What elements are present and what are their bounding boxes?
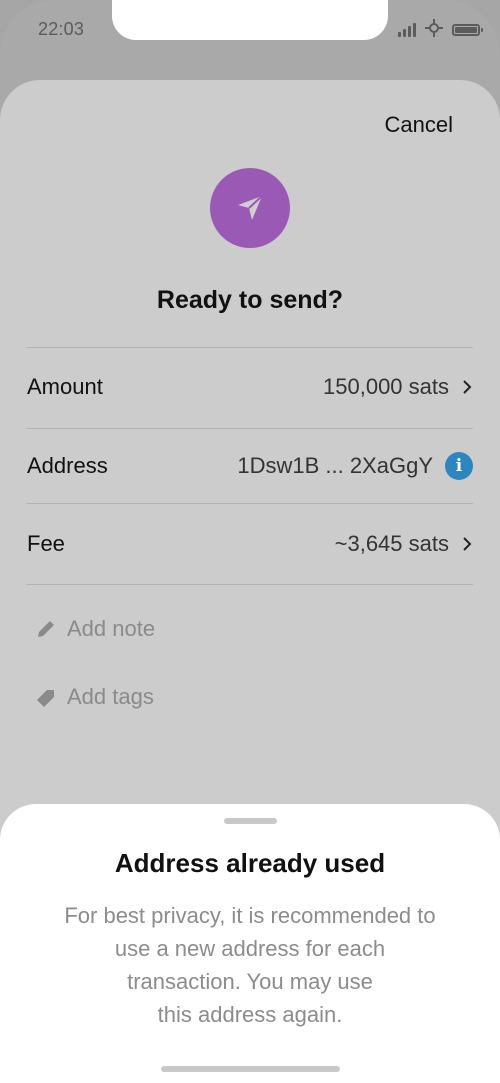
address-label: Address	[27, 453, 108, 478]
sheet-message-line: this address again.	[157, 1002, 343, 1027]
address-warning-sheet: Address already used For best privacy, i…	[0, 804, 500, 1083]
add-tags-button[interactable]: Add tags	[35, 684, 154, 710]
add-tags-label: Add tags	[67, 684, 154, 709]
status-bar: 22:03	[0, 0, 500, 60]
status-icons	[398, 18, 483, 43]
tag-icon	[37, 690, 54, 707]
home-indicator	[161, 1066, 340, 1072]
amount-value: 150,000 sats	[323, 373, 449, 399]
signal-icon	[398, 23, 416, 37]
status-time: 22:03	[38, 19, 85, 39]
add-note-button[interactable]: Add note	[35, 616, 155, 642]
address-value-group: 1Dsw1B ... 2XaGgY i	[237, 452, 473, 480]
sheet-drag-handle[interactable]	[224, 818, 277, 824]
sheet-message: For best privacy, it is recommended to u…	[25, 899, 475, 1031]
fee-value-group: ~3,645 sats	[335, 531, 473, 557]
fee-row[interactable]: Fee ~3,645 sats	[27, 503, 473, 585]
pencil-icon	[38, 621, 54, 637]
amount-value-group: 150,000 sats	[323, 374, 473, 400]
chevron-right-icon	[463, 537, 472, 551]
sheet-title: Address already used	[114, 848, 386, 878]
battery-icon	[452, 24, 483, 36]
fee-value: ~3,645 sats	[334, 531, 449, 556]
amount-row[interactable]: Amount 150,000 sats	[27, 347, 473, 425]
notch	[112, 0, 388, 40]
info-icon[interactable]: i	[445, 452, 473, 480]
send-icon	[210, 168, 290, 248]
fee-label: Fee	[27, 531, 65, 556]
phone-screen: 22:03 Cancel Ready to send? Amount 150,0…	[0, 0, 500, 1083]
sheet-message-line: use a new address for each	[114, 936, 386, 961]
add-note-label: Add note	[67, 616, 156, 641]
address-row: Address 1Dsw1B ... 2XaGgY i	[27, 428, 473, 503]
wifi-icon	[424, 18, 444, 43]
cancel-button[interactable]: Cancel	[385, 112, 453, 138]
chevron-right-icon	[463, 379, 472, 394]
sheet-message-line: transaction. You may use	[127, 969, 373, 994]
sheet-message-line: For best privacy, it is recommended to	[64, 903, 436, 928]
amount-label: Amount	[27, 373, 103, 399]
address-value: 1Dsw1B ... 2XaGgY	[237, 453, 433, 478]
page-title: Ready to send?	[156, 286, 344, 314]
